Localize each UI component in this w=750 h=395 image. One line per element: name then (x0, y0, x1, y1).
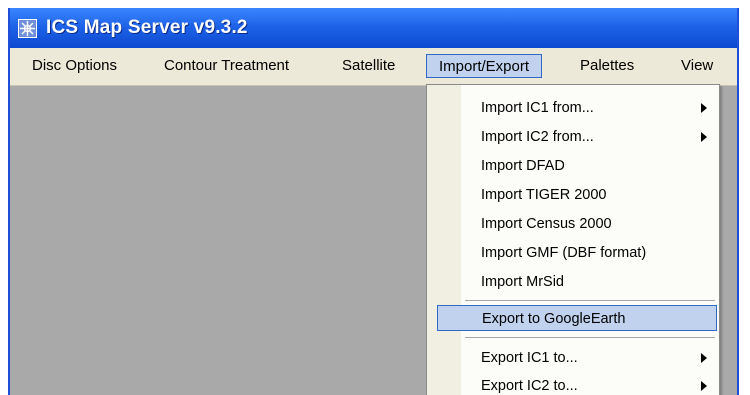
menu-item-label: Import IC1 from... (481, 100, 594, 116)
menu-item-import-dfad[interactable]: Import DFAD (429, 153, 717, 179)
menu-bar: Disc Options Contour Treatment Satellite… (10, 48, 737, 86)
submenu-arrow-icon (701, 132, 707, 142)
menu-satellite[interactable]: Satellite (342, 48, 395, 85)
menu-item-label: Import TIGER 2000 (481, 187, 607, 203)
menu-item-export-ic1[interactable]: Export IC1 to... (429, 345, 717, 371)
menu-item-import-ic1[interactable]: Import IC1 from... (429, 95, 717, 121)
app-map-icon (18, 19, 37, 38)
menu-item-import-mrsid[interactable]: Import MrSid (429, 269, 717, 295)
menu-item-import-gmf[interactable]: Import GMF (DBF format) (429, 240, 717, 266)
import-export-dropdown: Import IC1 from... Import IC2 from... Im… (426, 84, 720, 395)
menu-item-import-tiger-2000[interactable]: Import TIGER 2000 (429, 182, 717, 208)
menu-contour-treatment[interactable]: Contour Treatment (164, 48, 289, 85)
menu-item-export-googleearth[interactable]: Export to GoogleEarth (437, 305, 717, 331)
menu-item-label: Import GMF (DBF format) (481, 245, 647, 261)
menu-disc-options[interactable]: Disc Options (32, 48, 117, 85)
menu-item-label: Import MrSid (481, 274, 564, 290)
menu-item-import-census-2000[interactable]: Import Census 2000 (429, 211, 717, 237)
submenu-arrow-icon (701, 381, 707, 391)
menu-import-export[interactable]: Import/Export (426, 54, 543, 78)
submenu-arrow-icon (701, 103, 707, 113)
menu-item-label: Export to GoogleEarth (482, 311, 626, 327)
menu-item-label: Import IC2 from... (481, 129, 594, 145)
app-window: ICS Map Server v9.3.2 Disc Options Conto… (8, 8, 739, 395)
menu-item-export-ic2[interactable]: Export IC2 to... (429, 373, 717, 395)
menu-item-label: Export IC2 to... (481, 378, 578, 394)
menu-item-label: Import DFAD (481, 158, 565, 174)
menu-palettes[interactable]: Palettes (580, 48, 634, 85)
menu-item-label: Export IC1 to... (481, 350, 578, 366)
title-bar[interactable]: ICS Map Server v9.3.2 (10, 8, 737, 48)
menu-separator (465, 300, 715, 301)
menu-view[interactable]: View (681, 48, 713, 85)
menu-item-import-ic2[interactable]: Import IC2 from... (429, 124, 717, 150)
submenu-arrow-icon (701, 353, 707, 363)
menu-separator (465, 337, 715, 338)
menu-item-label: Import Census 2000 (481, 216, 612, 232)
window-title: ICS Map Server v9.3.2 (46, 17, 248, 38)
